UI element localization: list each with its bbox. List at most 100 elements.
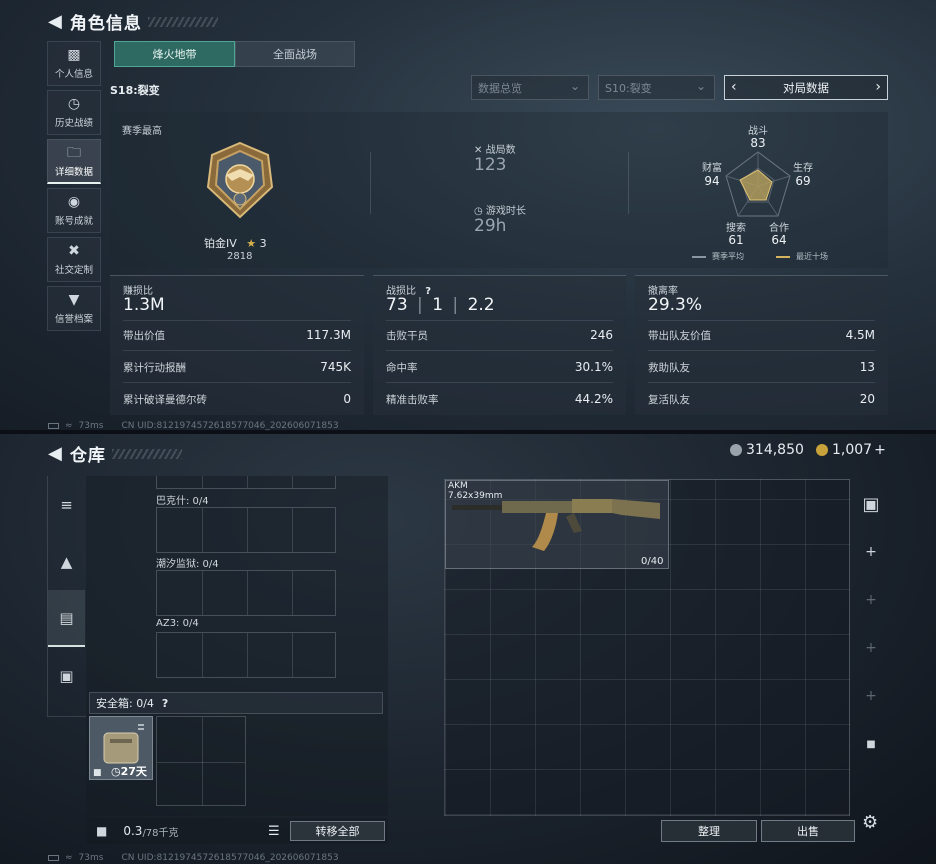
radar-survival-label: 生存: [793, 163, 813, 174]
category-helmets[interactable]: ▲: [48, 533, 85, 590]
card-row: 累计行动报酬 745K: [123, 360, 351, 375]
safebox-grid[interactable]: [156, 716, 246, 806]
card-row: 累计破译曼德尔砖 0: [123, 392, 351, 407]
chevron-left-icon[interactable]: ‹: [731, 79, 737, 95]
add-page-icon[interactable]: +: [856, 624, 886, 672]
add-page-icon[interactable]: +: [856, 528, 886, 576]
silver-amount: 314,850: [746, 442, 804, 458]
matches-label: ✕ 战局数: [474, 141, 516, 156]
stash-page-icon[interactable]: ▣: [856, 480, 886, 528]
sidebar-item-achievements[interactable]: ◉ 账号成就: [47, 188, 101, 233]
row-label: 累计破译曼德尔砖: [123, 394, 207, 406]
timer-text: 27天: [120, 765, 147, 778]
star-icon: ★: [246, 237, 257, 250]
slot-label: AZ3: 0/4: [156, 618, 199, 629]
match-data-selector[interactable]: ‹ 对局数据 ›: [724, 75, 888, 100]
rank-stars: 3: [259, 237, 267, 250]
radar-wealth-label: 财富: [702, 163, 722, 174]
rank-tier: 铂金IV: [204, 237, 237, 250]
card-big-value: 1.3M: [123, 295, 165, 315]
row-label: 击败干员: [386, 330, 428, 342]
wifi-icon: ≈: [65, 421, 73, 431]
row-value: 117.3M: [306, 328, 351, 342]
container-slot[interactable]: [156, 570, 336, 616]
sidebar-item-social[interactable]: ✖ 社交定制: [47, 237, 101, 282]
tools-icon: ✖: [68, 243, 80, 259]
season-label: S18:裂变: [110, 84, 160, 97]
sidebar-item-reputation[interactable]: ▼ 信誉档案: [47, 286, 101, 331]
legend-line: [776, 255, 790, 258]
card-big-value: 29.3%: [648, 295, 703, 315]
help-icon[interactable]: ?: [162, 697, 168, 710]
sidebar-item-personal[interactable]: ▩ 个人信息: [47, 41, 101, 86]
legend-recent: 最近十场: [776, 251, 828, 262]
legend-label: 赛季平均: [712, 252, 744, 261]
add-page-icon[interactable]: +: [856, 576, 886, 624]
divider: [386, 350, 613, 351]
overview-dropdown[interactable]: 数据总览 ⌄: [471, 75, 589, 100]
gear-icon[interactable]: ⚙: [862, 812, 878, 833]
warehouse-header: ◀ 仓库: [48, 441, 182, 466]
category-weapons[interactable]: ≡: [48, 476, 85, 533]
slot-label: 巴克什: 0/4: [156, 496, 209, 507]
transfer-all-button[interactable]: 转移全部: [290, 821, 385, 841]
row-value: 13: [859, 360, 875, 374]
tab-extraction-zone[interactable]: 烽火地带: [114, 41, 235, 67]
season-dropdown[interactable]: S10:裂变 ⌄: [598, 75, 715, 100]
add-currency-icon[interactable]: +: [874, 442, 886, 458]
sidebar-item-details[interactable]: 🗀 详细数据: [47, 139, 101, 184]
dropdown-value: S10:裂变: [605, 81, 652, 95]
add-page-icon[interactable]: +: [856, 672, 886, 720]
gold-currency[interactable]: 1,007 +: [816, 442, 886, 458]
back-arrow-icon[interactable]: ◀: [48, 11, 62, 32]
header-decoration: [111, 448, 182, 459]
divider: [386, 320, 613, 321]
chevron-right-icon[interactable]: ›: [875, 79, 881, 95]
back-arrow-icon[interactable]: ◀: [48, 443, 62, 464]
bar-chart-icon: ▩: [67, 47, 81, 63]
safebox-item[interactable]: ■ ◷27天: [89, 716, 153, 780]
divider: [386, 382, 613, 383]
wifi-icon: ≈: [65, 853, 73, 863]
divider: [648, 320, 875, 321]
lock-icon[interactable]: ■: [856, 720, 886, 768]
card-row: 带出价值 117.3M: [123, 328, 351, 343]
container-slot[interactable]: [156, 507, 336, 553]
row-value: 30.1%: [574, 360, 613, 374]
lock-icon: ■: [93, 768, 102, 778]
tab-full-battlefield[interactable]: 全面战场: [235, 41, 355, 67]
container-slot[interactable]: [156, 632, 336, 678]
chevron-down-icon: ⌄: [695, 79, 706, 93]
weight-max: /78千克: [142, 827, 179, 839]
weapon-name: AKM: [448, 481, 468, 491]
sidebar-item-label: 详细数据: [54, 166, 93, 178]
status-bar: ≈ 73ms CN UID:8121974572618577046_202606…: [48, 421, 339, 431]
row-value: 745K: [320, 360, 351, 374]
kd-values: 73 | 1 | 2.2: [386, 295, 495, 315]
sell-button[interactable]: 出售: [761, 820, 855, 842]
radar-coop-label: 合作: [769, 223, 789, 234]
card-row: 救助队友 13: [648, 360, 875, 375]
list-icon[interactable]: ☰: [268, 824, 280, 839]
slot-label: 潮汐监狱: 0/4: [156, 559, 219, 570]
sidebar-item-history[interactable]: ◷ 历史战绩: [47, 90, 101, 135]
category-backpack[interactable]: ▤: [48, 590, 85, 647]
shield-icon: ▼: [68, 292, 80, 308]
safebox-header: 安全箱: 0/4 ?: [89, 692, 383, 714]
warehouse-sidebar: ≡ ▲ ▤ ▣: [47, 476, 86, 717]
kd-ratio-value: 2.2: [467, 295, 495, 315]
medal-icon: ◉: [67, 194, 81, 210]
row-label: 带出队友价值: [648, 330, 711, 342]
container-slot-partial: [156, 476, 336, 489]
sidebar-item-label: 个人信息: [54, 69, 93, 80]
sort-button[interactable]: 整理: [661, 820, 757, 842]
page-title: 仓库: [69, 446, 106, 466]
safebox-timer: ◷27天: [111, 765, 147, 778]
divider: [648, 350, 875, 351]
status-bar: ≈ 73ms CN UID:8121974572618577046_202606…: [48, 853, 339, 863]
row-label: 救助队友: [648, 362, 690, 374]
deaths-value: 1: [432, 295, 444, 315]
selector-label: 对局数据: [783, 80, 829, 95]
battery-icon: [48, 855, 59, 861]
category-toolbox[interactable]: ▣: [48, 647, 85, 704]
